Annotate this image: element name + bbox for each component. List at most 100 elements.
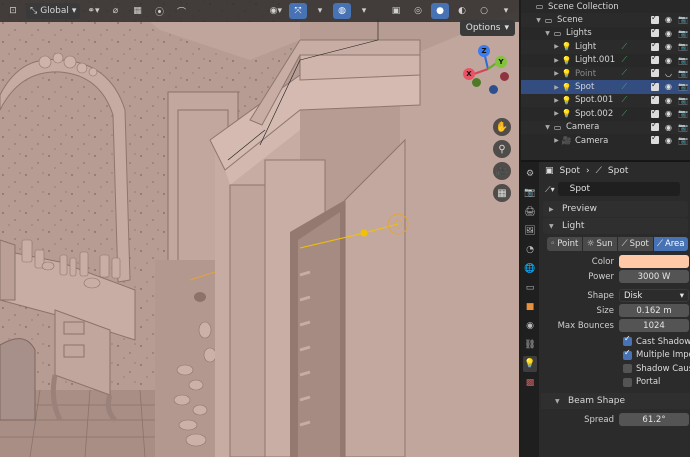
eye-icon[interactable]: ◉ — [665, 29, 672, 38]
shading-dropdown-icon[interactable]: ▾ — [497, 3, 515, 19]
exclude-checkbox[interactable] — [651, 13, 660, 24]
render-camera-icon[interactable]: 📷 — [678, 109, 688, 118]
render-camera-icon[interactable]: 📷 — [678, 29, 688, 38]
camera-view-icon[interactable]: 🎥 — [493, 162, 511, 180]
shape-dropdown[interactable]: Disk ▾ — [619, 289, 689, 302]
checkbox[interactable] — [623, 377, 632, 387]
world-tab-icon[interactable]: 🌐 — [523, 261, 537, 277]
light-data-icon[interactable]: ⟋ — [621, 68, 627, 78]
exclude-checkbox[interactable] — [651, 93, 660, 105]
outliner-row[interactable]: ▶💡Point ⟋ ◡ 📷 — [521, 66, 690, 81]
expand-right-icon[interactable]: ▶ — [552, 70, 561, 77]
gizmo-neg-y-axis[interactable] — [472, 78, 481, 87]
light-data-tab-icon[interactable]: 💡 — [523, 356, 537, 372]
outliner-row[interactable]: ▶💡Spot.001 ⟋ ◉ 📷 — [521, 93, 690, 108]
3d-viewport[interactable]: ⊡ ⤡ Global ▾ ⚭▾ ⌀ ▦ ⦿ ⌒ ◉▾ ⤧ ▾ ◍ ▾ ▣ ◎ ●… — [0, 0, 519, 457]
checkbox[interactable] — [623, 334, 632, 347]
light-data-icon[interactable]: ⟋ — [621, 109, 627, 119]
pan-hand-icon[interactable]: ✋ — [493, 118, 511, 136]
outliner-row[interactable]: ▶💡Spot ⟋ ◉ 📷 — [521, 80, 690, 94]
wireframe-shading-icon[interactable]: ◎ — [409, 3, 427, 19]
render-camera-icon[interactable]: 📷 — [678, 82, 688, 91]
transform-orientation-select[interactable]: ⤡ Global ▾ — [26, 3, 81, 19]
render-camera-icon[interactable]: 📷 — [678, 136, 688, 145]
eye-icon[interactable]: ◉ — [665, 15, 672, 24]
expand-down-icon[interactable]: ▼ — [534, 17, 543, 24]
xray-toggle-icon[interactable]: ▣ — [387, 3, 405, 19]
eye-icon[interactable]: ◉ — [665, 123, 672, 132]
material-shading-icon[interactable]: ◐ — [453, 3, 471, 19]
light-data-name-field[interactable]: Spot — [557, 182, 680, 196]
render-camera-icon[interactable]: 📷 — [678, 96, 688, 105]
light-data-icon[interactable]: ⟋ — [621, 55, 627, 65]
outliner-row[interactable]: ▶💡Spot.002 ⟋ ◉ 📷 — [521, 107, 690, 120]
expand-down-icon[interactable]: ▼ — [543, 124, 552, 131]
expand-right-icon[interactable]: ▶ — [552, 57, 561, 64]
zoom-icon[interactable]: ⚲ — [493, 140, 511, 158]
expand-down-icon[interactable]: ▼ — [543, 30, 552, 37]
light-type-spot-button[interactable]: ⟋ Spot — [618, 237, 654, 251]
light-type-point-button[interactable]: ◦ Point — [547, 237, 583, 251]
outliner-row[interactable]: ▼▭Camera◉📷 — [521, 120, 690, 134]
output-tab-icon[interactable]: 🖨 — [523, 204, 537, 220]
grid-perspective-icon[interactable]: ▦ — [493, 184, 511, 202]
render-tab-icon[interactable]: 📷 — [523, 185, 537, 201]
data-type-icon[interactable]: ⟋▾ — [541, 185, 555, 195]
expand-right-icon[interactable]: ▶ — [552, 43, 561, 50]
gizmo-z-axis[interactable]: Z — [478, 45, 490, 57]
beam-shape-panel-header[interactable]: ▼ Beam Shape — [541, 393, 690, 409]
exclude-checkbox[interactable] — [651, 53, 660, 65]
outliner-row[interactable]: ▭ Scene Collection — [521, 0, 690, 13]
gizmo-toggle-icon[interactable]: ⤧ — [289, 3, 307, 19]
outliner-row[interactable]: ▼▭Lights◉📷 — [521, 26, 690, 40]
falloff-icon[interactable]: ⌒ — [173, 3, 191, 19]
snap-icon[interactable]: ⌀ — [107, 3, 125, 19]
gizmo-neg-x-axis[interactable] — [500, 72, 509, 81]
render-camera-icon[interactable]: 📷 — [678, 42, 688, 51]
constraints-tab-icon[interactable]: ⛓ — [523, 337, 537, 353]
render-camera-icon[interactable]: 📷 — [678, 15, 688, 24]
spread-field[interactable]: 61.2° — [619, 413, 689, 426]
scene-tab-icon[interactable]: ◔ — [523, 242, 537, 258]
render-camera-icon[interactable]: 📷 — [678, 123, 688, 132]
gizmo-neg-z-axis[interactable] — [489, 85, 498, 94]
light-data-icon[interactable]: ⟋ — [621, 82, 627, 92]
options-button[interactable]: Options ▾ — [459, 20, 515, 36]
exclude-checkbox[interactable] — [651, 107, 660, 118]
size-field[interactable]: 0.162 m — [619, 304, 689, 317]
preview-panel-header[interactable]: ▶ Preview — [543, 201, 688, 217]
object-tab-icon[interactable]: ■ — [523, 299, 537, 315]
power-field[interactable]: 3000 W — [619, 270, 689, 283]
outliner-row[interactable]: ▼▭Scene◉📷 — [521, 13, 690, 27]
visibility-icon[interactable]: ◉▾ — [267, 3, 285, 19]
outliner-row[interactable]: ▶🎥Camera◉📷 — [521, 133, 690, 147]
exclude-checkbox[interactable] — [651, 66, 660, 78]
eye-icon[interactable]: ◉ — [665, 82, 672, 91]
texture-tab-icon[interactable]: ▩ — [523, 375, 537, 391]
gizmo-y-axis[interactable]: Y — [495, 56, 507, 68]
eye-icon[interactable]: ◉ — [665, 109, 672, 118]
proportional-edit-icon[interactable]: ⦿ — [151, 3, 169, 19]
light-type-area-button[interactable]: ⟋ Area — [653, 237, 688, 251]
expand-right-icon[interactable]: ▶ — [552, 110, 561, 117]
render-camera-icon[interactable]: 📷 — [678, 69, 688, 78]
eye-icon[interactable]: ◉ — [665, 136, 672, 145]
exclude-checkbox[interactable] — [651, 133, 660, 145]
light-data-icon[interactable]: ⟋ — [621, 95, 627, 105]
exclude-checkbox[interactable] — [651, 80, 660, 91]
physics-tab-icon[interactable]: ◉ — [523, 318, 537, 334]
outliner-row[interactable]: ▶💡Light ⟋ ◉ 📷 — [521, 40, 690, 54]
outliner-row[interactable]: ▶💡Light.001 ⟋ ◉ 📷 — [521, 53, 690, 67]
checkbox[interactable] — [623, 364, 632, 374]
eye-icon[interactable]: ◉ — [665, 42, 672, 51]
navigation-gizmo[interactable]: Z Y X — [463, 44, 513, 94]
eye-icon[interactable]: ◉ — [665, 56, 672, 65]
expand-right-icon[interactable]: ▶ — [552, 137, 561, 144]
gizmo-dropdown-icon[interactable]: ▾ — [311, 3, 329, 19]
light-type-sun-button[interactable]: ☼ Sun — [582, 237, 618, 251]
overlay-toggle-icon[interactable]: ◍ — [333, 3, 351, 19]
snap-target-icon[interactable]: ▦ — [129, 3, 147, 19]
rendered-shading-icon[interactable]: ○ — [475, 3, 493, 19]
tool-tab-icon[interactable]: ⚙ — [523, 166, 537, 182]
checkbox[interactable] — [623, 348, 632, 360]
